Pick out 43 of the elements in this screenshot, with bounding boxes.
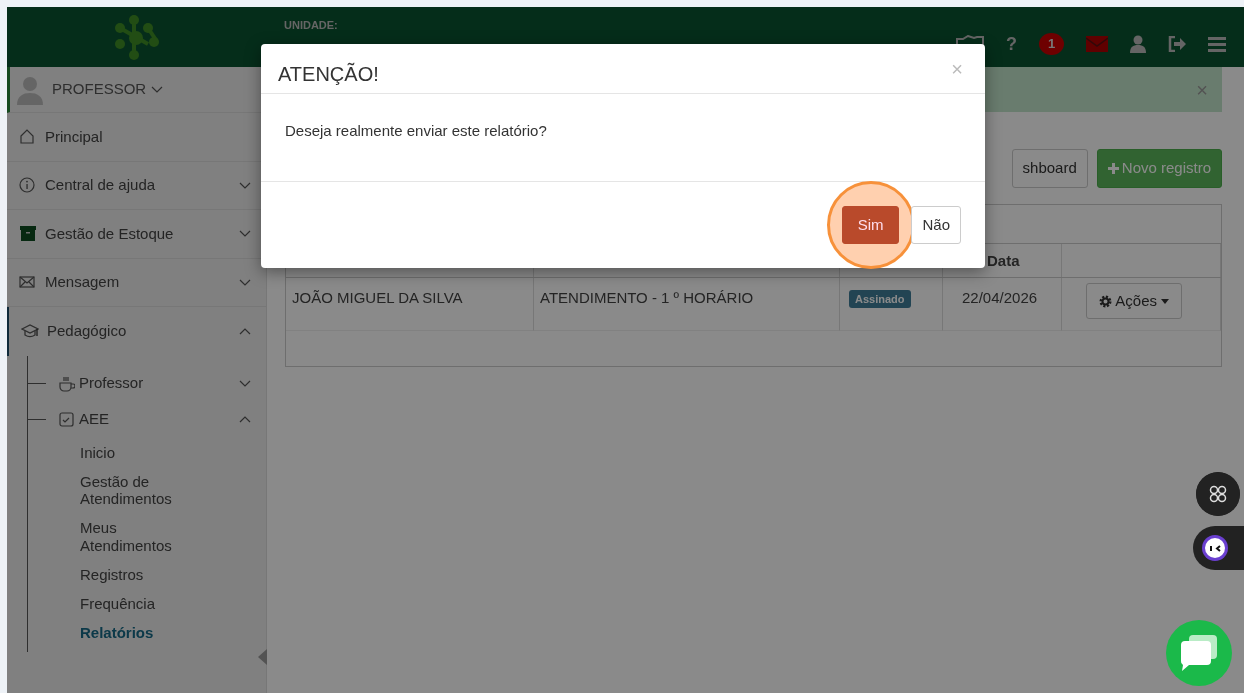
user-role-dropdown[interactable]: PROFESSOR: [52, 78, 165, 101]
sidebar-subitem[interactable]: Professor: [79, 372, 234, 395]
table-cell: JOÃO MIGUEL DA SILVA: [286, 277, 534, 331]
dialog-button[interactable]: Não: [911, 205, 961, 244]
plus-icon: [1107, 163, 1119, 174]
sidebar-subitem[interactable]: AEE: [79, 408, 234, 431]
toolbar-button[interactable]: shboard: [1011, 149, 1088, 188]
dialog-button[interactable]: Sim: [841, 205, 900, 244]
gear-icon: [1099, 295, 1112, 309]
table-cell: 22/04/2026: [943, 277, 1062, 331]
chat-bubbles-icon: [1179, 633, 1219, 673]
sidebar-link[interactable]: Inicio: [28, 437, 266, 467]
unit-label: UNIDADE:: [284, 18, 338, 33]
info-icon: [19, 176, 37, 194]
sidebar-link[interactable]: Registros: [28, 559, 266, 589]
caret-icon: [1161, 299, 1170, 305]
dialog-title: ATENÇÃO!: [278, 61, 380, 86]
logout-icon[interactable]: [1168, 36, 1186, 52]
checklist-icon: [58, 411, 75, 428]
help-button[interactable]: ?: [1006, 35, 1017, 53]
coffee-cup-icon: [58, 375, 75, 392]
avatar-icon: [16, 74, 44, 105]
assistant-tab[interactable]: [1193, 526, 1244, 570]
assistant-face-icon: [1201, 534, 1229, 562]
sidebar-link[interactable]: Relatórios: [28, 618, 266, 648]
widgets-icon[interactable]: [1196, 472, 1240, 516]
dialog-message: Deseja realmente enviar este relatório?: [261, 94, 985, 182]
notification-badge[interactable]: 1: [1039, 33, 1064, 55]
sidebar-link[interactable]: Gestão de Atendimentos: [28, 466, 266, 514]
menu-icon[interactable]: [1208, 36, 1226, 52]
table-cell: ATENDIMENTO - 1 º HORÁRIO: [534, 277, 840, 331]
sidebar-link[interactable]: Frequência: [28, 589, 266, 619]
actions-button[interactable]: Ações: [1086, 282, 1183, 319]
collapse-caret-icon[interactable]: [258, 649, 267, 665]
logo-icon: [114, 14, 160, 60]
user-icon[interactable]: [1130, 35, 1146, 53]
sidebar-link[interactable]: Meus Atendimentos: [28, 513, 266, 560]
status-badge: Assinado: [849, 289, 911, 308]
envelope-icon: [19, 273, 37, 291]
home-icon: [19, 128, 37, 146]
archive-box-icon: [19, 225, 37, 243]
toolbar-button[interactable]: Novo registro: [1096, 149, 1222, 188]
graduation-cap-icon: [21, 322, 39, 340]
